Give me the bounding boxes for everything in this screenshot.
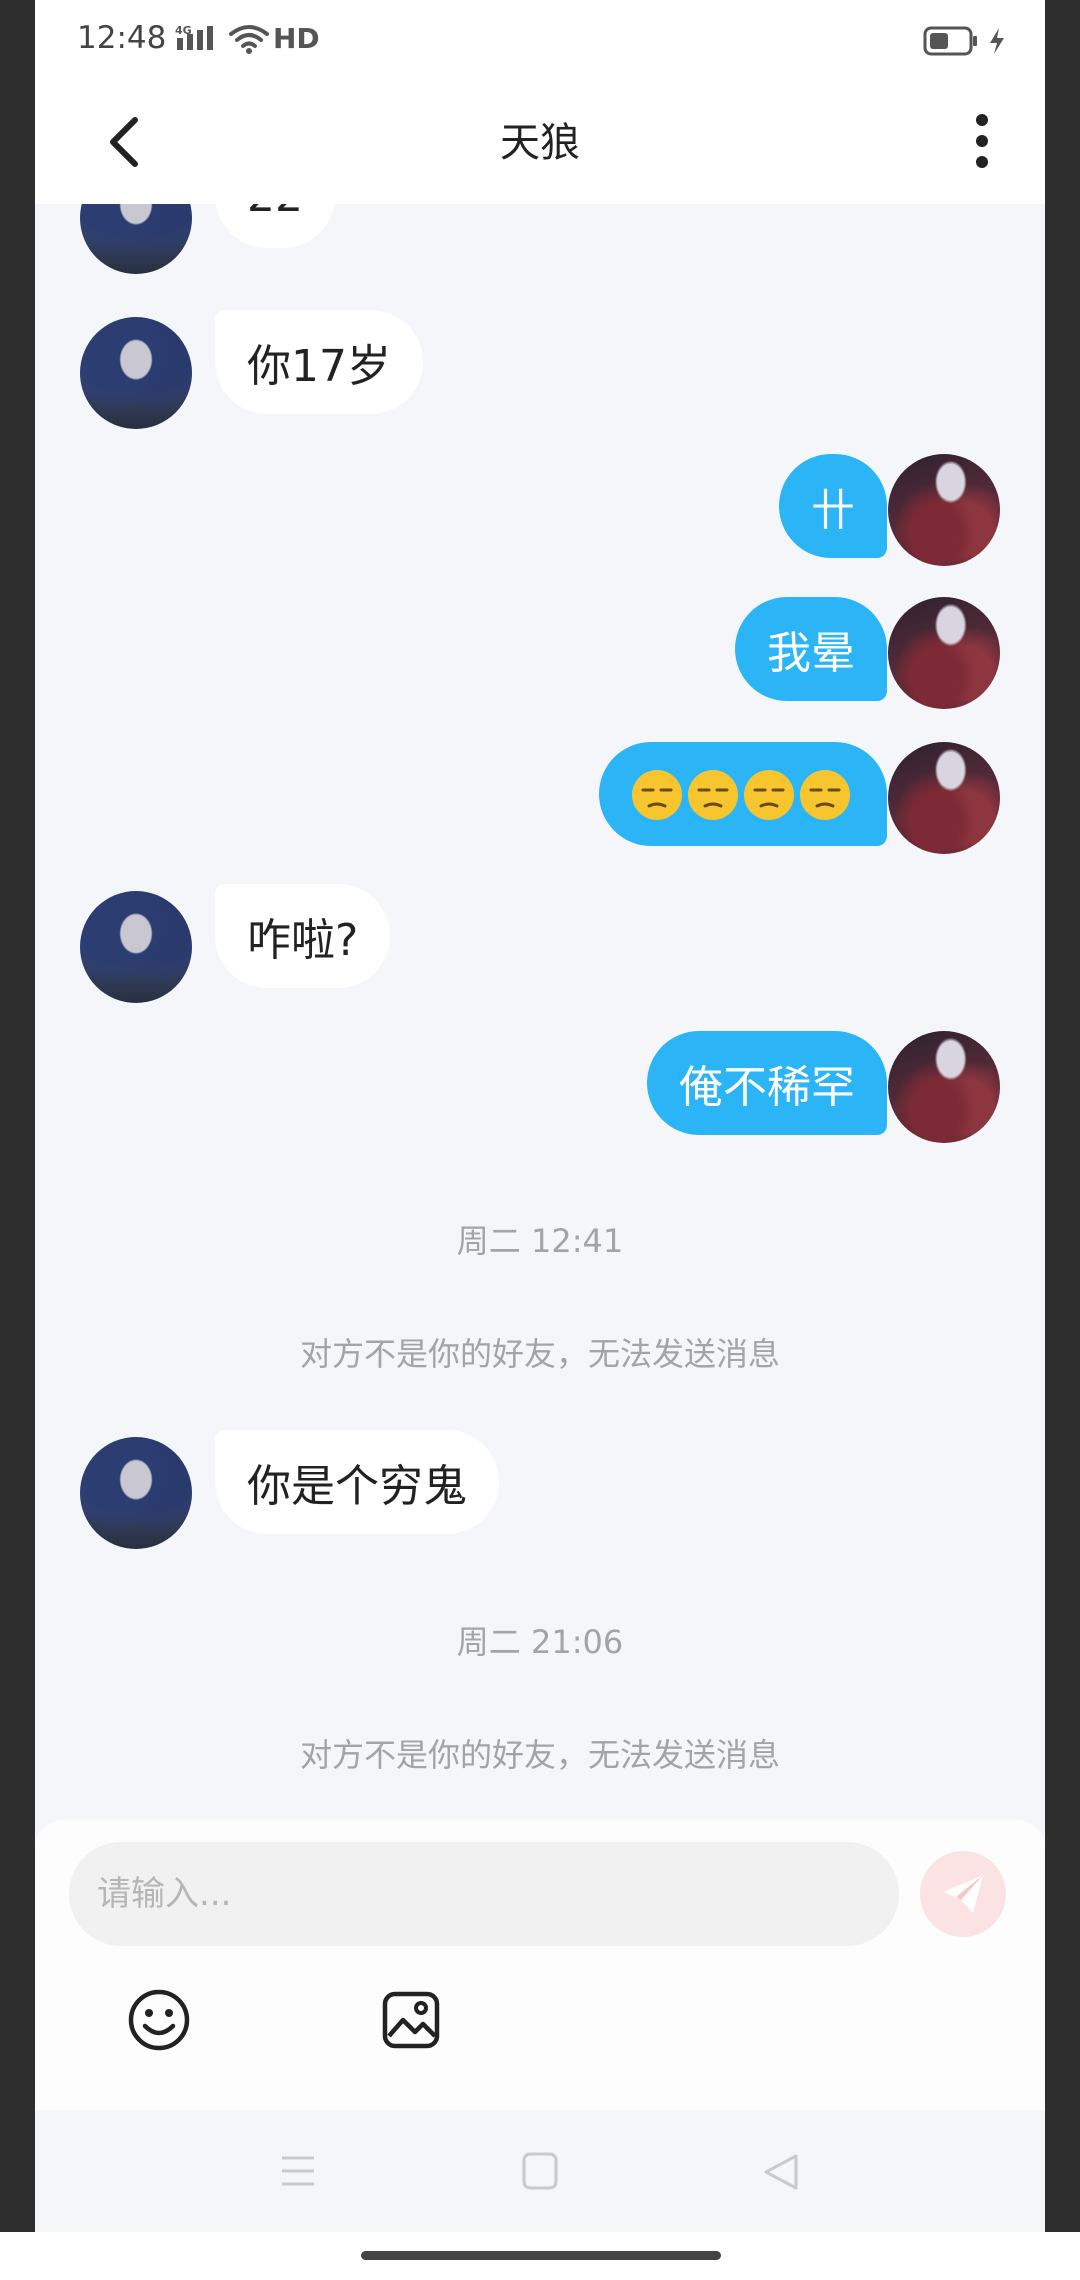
more-vertical-icon (976, 114, 988, 168)
message-bubble-received[interactable]: 咋啦? (215, 884, 391, 988)
system-notice: 对方不是你的好友，无法发送消息 (299, 1736, 780, 1774)
contact-avatar[interactable] (80, 891, 192, 1003)
message-text: 22 (247, 204, 303, 222)
hd-label: HD (273, 22, 320, 55)
send-button[interactable] (920, 1851, 1006, 1937)
emoji-message (631, 767, 855, 821)
message-bubble-sent[interactable]: 俺不稀罕 (647, 1031, 887, 1135)
chat-title: 天狼 (500, 120, 580, 166)
emoji-button[interactable] (127, 1988, 191, 2052)
unamused-face-icon (744, 770, 794, 820)
message-input[interactable] (69, 1842, 899, 1946)
message-list[interactable]: 22 你17岁 卄 我晕 咋啦? 俺不稀罕 (35, 204, 1045, 1824)
home-indicator[interactable] (361, 2251, 721, 2260)
battery-icon (923, 26, 979, 60)
recents-button[interactable] (280, 2154, 316, 2192)
status-bar: 12:48 4G HD (35, 0, 1045, 82)
message-text: 咋啦? (247, 915, 359, 966)
message-timestamp: 周二 12:41 (456, 1222, 624, 1260)
message-bubble-sent[interactable]: 卄 (779, 454, 887, 558)
contact-avatar[interactable] (80, 317, 192, 429)
unamused-face-icon (688, 770, 738, 820)
home-square-icon (522, 2152, 558, 2190)
my-avatar[interactable] (888, 597, 1000, 709)
signal-icon: 4G (175, 24, 225, 58)
home-button[interactable] (522, 2152, 558, 2194)
image-icon (382, 1991, 440, 2049)
menu-lines-icon (282, 2156, 314, 2186)
app-screen: 12:48 4G HD 天狼 你17岁 卄 我晕 咋啦? 俺不稀罕 周二 12:… (35, 0, 1045, 2232)
message-text: 我晕 (767, 628, 855, 679)
wifi-icon (228, 24, 270, 58)
chat-header: 天狼 (35, 82, 1045, 204)
paper-plane-icon (943, 1875, 983, 1913)
message-input-panel (35, 1820, 1045, 2110)
contact-avatar[interactable] (80, 1437, 192, 1549)
emoji-smile-icon (128, 1989, 190, 2051)
system-nav-bar (35, 2110, 1045, 2232)
charging-bolt-icon (987, 26, 1007, 60)
image-button[interactable] (381, 1990, 441, 2050)
my-avatar[interactable] (888, 1031, 1000, 1143)
nav-back-button[interactable] (762, 2152, 800, 2196)
message-bubble-received[interactable]: 你是个穷鬼 (215, 1430, 499, 1534)
more-options-button[interactable] (967, 110, 997, 172)
system-notice: 对方不是你的好友，无法发送消息 (299, 1335, 780, 1373)
my-avatar[interactable] (888, 742, 1000, 854)
message-text: 卄 (811, 485, 855, 536)
my-avatar[interactable] (888, 454, 1000, 566)
status-time: 12:48 (77, 20, 167, 56)
message-timestamp: 周二 21:06 (456, 1623, 624, 1661)
message-text: 你是个穷鬼 (247, 1461, 467, 1512)
unamused-face-icon (800, 770, 850, 820)
message-bubble-sent[interactable] (599, 742, 887, 846)
back-triangle-icon (764, 2154, 798, 2190)
message-bubble-sent[interactable]: 我晕 (735, 597, 887, 701)
message-bubble-received[interactable]: 22 (215, 204, 335, 248)
unamused-face-icon (632, 770, 682, 820)
contact-avatar[interactable] (80, 204, 192, 274)
message-text: 俺不稀罕 (679, 1062, 855, 1113)
message-bubble-received[interactable]: 你17岁 (215, 310, 423, 414)
message-text: 你17岁 (247, 341, 391, 392)
